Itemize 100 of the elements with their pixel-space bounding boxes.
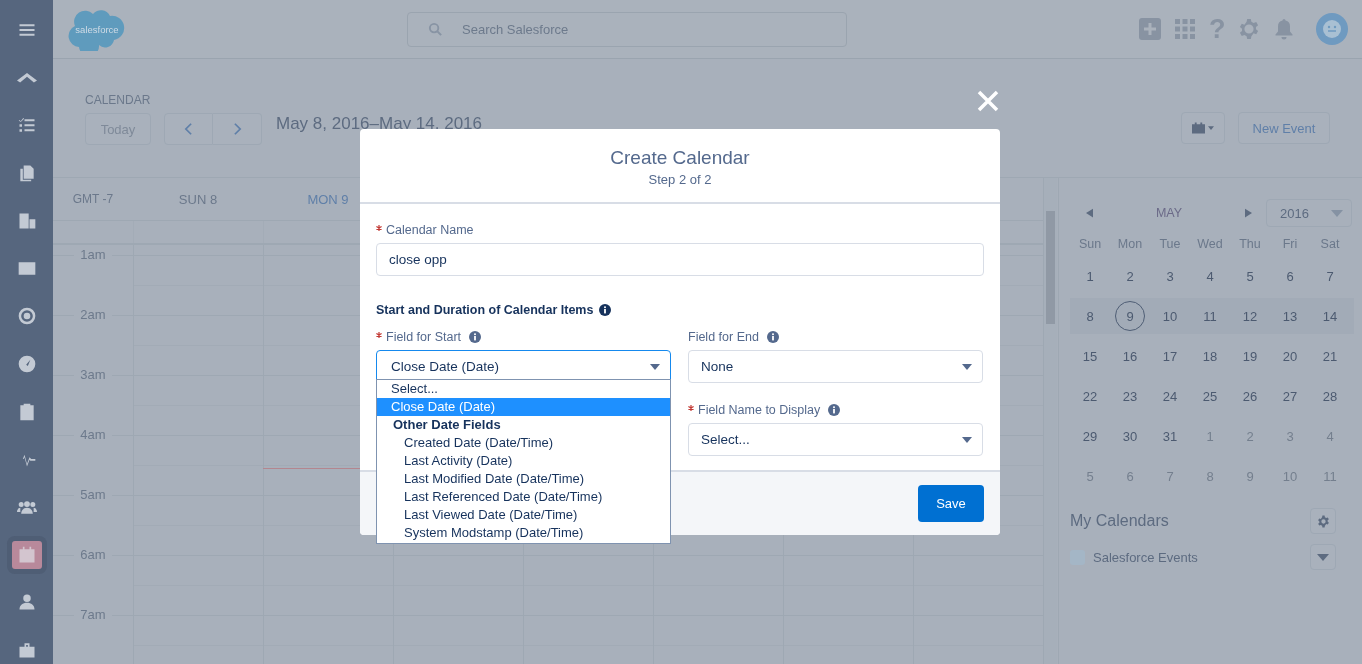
calendar-day[interactable]: 30 [1115,421,1145,451]
weekday-label: Fri [1281,237,1299,251]
dropdown-option[interactable]: Last Activity (Date) [377,452,670,470]
month-label: MAY [1154,206,1184,220]
weekday-label: Sat [1319,237,1341,251]
dropdown-option[interactable]: Last Modified Date (Date/Time) [377,470,670,488]
day-header: MON 9 [307,191,349,207]
calendar-day[interactable]: 23 [1115,381,1145,411]
section-heading: Start and Duration of Calendar Items [376,303,594,317]
weekday-label: Mon [1116,237,1144,251]
close-icon[interactable] [977,90,999,112]
caret-icon [1317,553,1329,561]
gauge-icon [16,353,37,374]
calendar-day[interactable]: 13 [1275,301,1305,331]
weekday-label: Thu [1238,237,1262,251]
calendar-day[interactable]: 18 [1195,341,1225,371]
field-name-select[interactable]: Select... [688,423,983,456]
dropdown-option[interactable]: Close Date (Date) [377,398,670,416]
chevron-icon [16,72,37,83]
calendar-day[interactable]: 25 [1195,381,1225,411]
hour-label: 2am [74,307,112,322]
field-label: Field for Start [386,330,462,344]
calendar-view-button[interactable] [1181,112,1225,144]
calendar-day[interactable]: 11 [1195,301,1225,331]
calendar-day[interactable]: 28 [1315,381,1345,411]
caret-icon [962,436,972,443]
caret-icon [650,363,660,370]
calendar-day[interactable]: 6 [1275,261,1305,291]
info-icon[interactable] [766,331,779,343]
caret-icon [1208,126,1214,130]
settings-button[interactable] [1310,508,1336,534]
calendar-day[interactable]: 21 [1315,341,1345,371]
required-icon [376,225,382,231]
field-label: Field Name to Display [698,403,821,417]
field-for-end-select[interactable]: None [688,350,983,383]
info-icon[interactable] [599,304,612,316]
calendar-day[interactable]: 8 [1075,301,1105,331]
next-month-icon[interactable] [1245,208,1252,218]
hour-label: 5am [74,487,112,502]
calendar-day[interactable]: 29 [1075,421,1105,451]
calendar-day[interactable]: 16 [1115,341,1145,371]
dropdown-option[interactable]: Last Referenced Date (Date/Time) [377,488,670,506]
dropdown-button[interactable] [1310,544,1336,570]
dropdown-option[interactable]: System Modstamp (Date/Time) [377,524,670,542]
calendar-icon [1192,122,1205,134]
modal-title: Create Calendar [610,146,750,169]
caret-icon [962,363,972,370]
new-event-button[interactable]: New Event [1238,112,1330,144]
dropdown-option[interactable]: Select... [377,380,670,398]
calendar-day[interactable]: 5 [1235,261,1265,291]
previous-month-icon[interactable] [1086,208,1093,218]
calendar-name: Salesforce Events [1093,549,1199,565]
calendar-day[interactable]: 26 [1235,381,1265,411]
info-icon[interactable] [828,404,841,416]
calendar-day[interactable]: 19 [1235,341,1265,371]
hour-label: 4am [74,427,112,442]
weekday-label: Wed [1196,237,1224,251]
search-icon [428,21,443,37]
calendar-day[interactable]: 2 [1115,261,1145,291]
search-field[interactable]: Search Salesforce [407,11,847,47]
section-title: My Calendars [1070,512,1169,530]
calendar-day[interactable]: 24 [1155,381,1185,411]
weekday-label: Tue [1158,237,1182,251]
save-button[interactable]: Save [918,485,984,522]
dropdown-option[interactable]: Created Date (Date/Time) [377,434,670,452]
hour-label: 7am [74,607,112,622]
hour-label: 6am [74,547,112,562]
calendar-day[interactable]: 22 [1075,381,1105,411]
calendar-day[interactable]: 14 [1315,301,1345,331]
hour-label: 3am [74,367,112,382]
calendar-day[interactable]: 20 [1275,341,1305,371]
year-select[interactable]: 2016 [1266,199,1352,227]
calendar-day[interactable]: 15 [1075,341,1105,371]
caret-icon [1331,209,1343,217]
calendar-day[interactable]: 1 [1075,261,1105,291]
calendar-name-field[interactable]: close opp [376,243,984,276]
hour-label: 1am [74,247,112,262]
dropdown-option[interactable]: Last Viewed Date (Date/Time) [377,506,670,524]
calendar-day[interactable]: 17 [1155,341,1185,371]
option-group-label: Other Date Fields [392,416,502,434]
chevron-right-icon [232,122,242,136]
calendar-day[interactable]: 7 [1315,261,1345,291]
date-range-heading: May 8, 2016–May 14, 2016 [276,114,483,134]
weekday-label: Sun [1077,237,1103,251]
day-header: SUN 8 [178,191,218,207]
calendar-day[interactable]: 4 [1195,261,1225,291]
required-icon [376,332,382,338]
scrollbar[interactable] [1043,178,1057,664]
calendar-day[interactable]: 31 [1155,421,1185,451]
modal-subtitle: Step 2 of 2 [648,172,712,187]
calendar-day[interactable]: 12 [1235,301,1265,331]
info-icon[interactable] [469,331,482,343]
calendar-day[interactable]: 10 [1155,301,1185,331]
required-icon [688,405,694,411]
field-label: Field for End [688,330,759,344]
target-icon [16,306,37,327]
calendar-day[interactable]: 27 [1275,381,1305,411]
calendar-day[interactable]: 3 [1155,261,1185,291]
page-label: CALENDAR [85,93,152,107]
chevron-left-icon [184,122,193,136]
